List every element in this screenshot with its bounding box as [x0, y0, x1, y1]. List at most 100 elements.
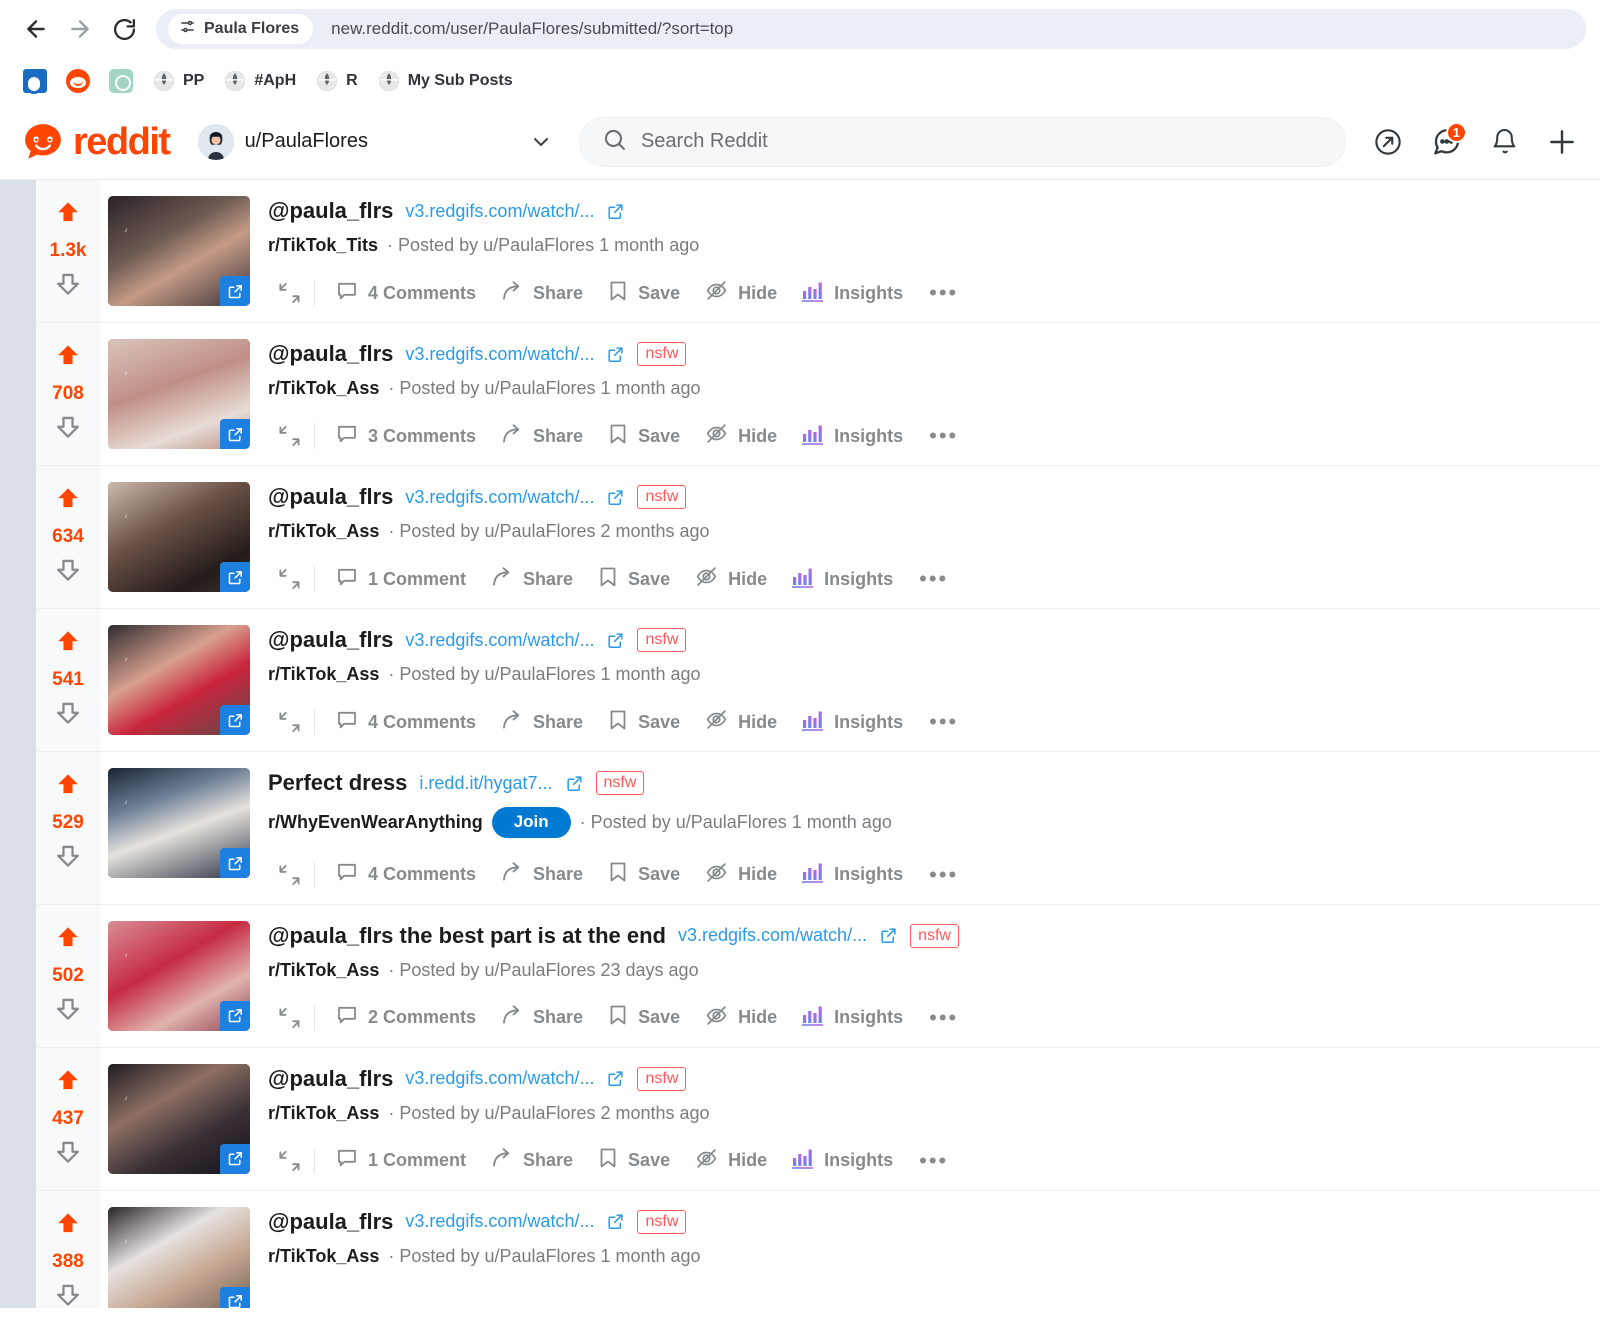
comments-button[interactable]: 1 Comment: [323, 559, 478, 600]
crosspost-icon[interactable]: [268, 276, 312, 310]
downvote-button[interactable]: [52, 1134, 84, 1171]
share-button[interactable]: Share: [488, 416, 595, 457]
subreddit-link[interactable]: r/TikTok_Ass: [268, 1103, 379, 1124]
hide-button[interactable]: Hide: [682, 558, 779, 600]
share-button[interactable]: Share: [478, 1140, 585, 1181]
post-row[interactable]: 388 ♪ @paula_flrs v3.redgifs.com/watch/.…: [36, 1190, 1600, 1308]
subreddit-link[interactable]: r/TikTok_Ass: [268, 960, 379, 981]
post-row[interactable]: 502 ♪ @paula_flrs the best part is at th…: [36, 904, 1600, 1048]
more-options-button[interactable]: •••: [915, 423, 972, 448]
expand-media-icon[interactable]: [220, 562, 250, 592]
post-domain-link[interactable]: v3.redgifs.com/watch/...: [405, 344, 594, 365]
more-options-button[interactable]: •••: [915, 280, 972, 305]
external-link-icon[interactable]: [879, 926, 898, 945]
expand-media-icon[interactable]: [220, 276, 250, 306]
downvote-button[interactable]: [52, 409, 84, 446]
external-link-icon[interactable]: [606, 488, 625, 507]
post-title[interactable]: @paula_flrs: [268, 341, 393, 367]
post-domain-link[interactable]: v3.redgifs.com/watch/...: [405, 1068, 594, 1089]
comments-button[interactable]: 4 Comments: [323, 702, 488, 743]
post-thumbnail[interactable]: ♪: [108, 339, 250, 449]
expand-media-icon[interactable]: [220, 419, 250, 449]
share-button[interactable]: Share: [488, 702, 595, 743]
chevron-down-icon[interactable]: [529, 130, 553, 154]
downvote-button[interactable]: [52, 838, 84, 875]
downvote-button[interactable]: [52, 266, 84, 303]
reddit-home-link[interactable]: reddit: [22, 121, 171, 163]
save-button[interactable]: Save: [595, 997, 692, 1038]
post-thumbnail[interactable]: ♪: [108, 1063, 250, 1174]
share-button[interactable]: Share: [488, 273, 595, 314]
notifications-button[interactable]: [1480, 118, 1528, 166]
post-row[interactable]: 1.3k ♪ @paula_flrs v3.redgifs.com/watch/…: [36, 180, 1600, 323]
bookmark-reddit[interactable]: [59, 65, 97, 97]
comments-button[interactable]: 1 Comment: [323, 1140, 478, 1181]
tab-context-pill[interactable]: Paula Flores: [168, 14, 314, 44]
subreddit-link[interactable]: r/WhyEvenWearAnything: [268, 812, 483, 833]
share-button[interactable]: Share: [488, 997, 595, 1038]
subreddit-link[interactable]: r/TikTok_Ass: [268, 1246, 379, 1267]
external-link-icon[interactable]: [606, 202, 625, 221]
save-button[interactable]: Save: [585, 559, 682, 600]
post-domain-link[interactable]: i.redd.it/hygat7...: [419, 773, 552, 794]
upvote-button[interactable]: [52, 923, 84, 960]
insights-button[interactable]: Insights: [789, 274, 915, 313]
hide-button[interactable]: Hide: [682, 1140, 779, 1182]
crosspost-icon[interactable]: [268, 858, 312, 892]
post-domain-link[interactable]: v3.redgifs.com/watch/...: [405, 1211, 594, 1232]
external-link-icon[interactable]: [606, 1069, 625, 1088]
comments-button[interactable]: 4 Comments: [323, 273, 488, 314]
downvote-button[interactable]: [52, 695, 84, 732]
insights-button[interactable]: Insights: [789, 417, 915, 456]
share-button[interactable]: Share: [478, 559, 585, 600]
post-thumbnail[interactable]: ♪: [108, 625, 250, 735]
comments-button[interactable]: 3 Comments: [323, 416, 488, 457]
more-options-button[interactable]: •••: [905, 1148, 962, 1173]
post-thumbnail[interactable]: ♪: [108, 920, 250, 1031]
crosspost-icon[interactable]: [268, 1144, 312, 1178]
bookmark-my-sub-posts[interactable]: My Sub Posts: [370, 65, 520, 97]
downvote-button[interactable]: [52, 552, 84, 589]
post-domain-link[interactable]: v3.redgifs.com/watch/...: [678, 925, 867, 946]
post-title[interactable]: @paula_flrs: [268, 484, 393, 510]
upvote-button[interactable]: [52, 627, 84, 664]
subreddit-link[interactable]: r/TikTok_Tits: [268, 235, 378, 256]
insights-button[interactable]: Insights: [789, 998, 915, 1037]
insights-button[interactable]: Insights: [789, 703, 915, 742]
hide-button[interactable]: Hide: [692, 854, 789, 896]
post-thumbnail[interactable]: ♪: [108, 196, 250, 306]
post-title[interactable]: @paula_flrs: [268, 198, 393, 224]
forward-button[interactable]: [58, 7, 102, 51]
more-options-button[interactable]: •••: [905, 566, 962, 591]
post-domain-link[interactable]: v3.redgifs.com/watch/...: [405, 487, 594, 508]
subreddit-link[interactable]: r/TikTok_Ass: [268, 664, 379, 685]
downvote-button[interactable]: [52, 991, 84, 1028]
insights-button[interactable]: Insights: [779, 1141, 905, 1180]
bookmark-pp[interactable]: PP: [145, 65, 211, 97]
save-button[interactable]: Save: [595, 854, 692, 895]
hide-button[interactable]: Hide: [692, 701, 789, 743]
subreddit-link[interactable]: r/TikTok_Ass: [268, 378, 379, 399]
search-input[interactable]: Search Reddit: [641, 130, 768, 153]
save-button[interactable]: Save: [585, 1140, 682, 1181]
popular-button[interactable]: [1364, 118, 1412, 166]
more-options-button[interactable]: •••: [915, 1005, 972, 1030]
hide-button[interactable]: Hide: [692, 415, 789, 457]
insights-button[interactable]: Insights: [789, 855, 915, 894]
bookmark-aph[interactable]: #ApH: [216, 65, 303, 97]
join-button[interactable]: Join: [491, 807, 571, 838]
post-title[interactable]: @paula_flrs the best part is at the end: [268, 923, 666, 949]
external-link-icon[interactable]: [606, 345, 625, 364]
expand-media-icon[interactable]: [220, 848, 250, 878]
expand-media-icon[interactable]: [220, 1286, 250, 1308]
save-button[interactable]: Save: [595, 702, 692, 743]
share-button[interactable]: Share: [488, 854, 595, 895]
create-post-button[interactable]: [1538, 118, 1586, 166]
upvote-button[interactable]: [52, 198, 84, 235]
external-link-icon[interactable]: [606, 1212, 625, 1231]
upvote-button[interactable]: [52, 1066, 84, 1103]
crosspost-icon[interactable]: [268, 419, 312, 453]
post-domain-link[interactable]: v3.redgifs.com/watch/...: [405, 630, 594, 651]
bookmark-r[interactable]: R: [308, 65, 365, 97]
upvote-button[interactable]: [52, 484, 84, 521]
